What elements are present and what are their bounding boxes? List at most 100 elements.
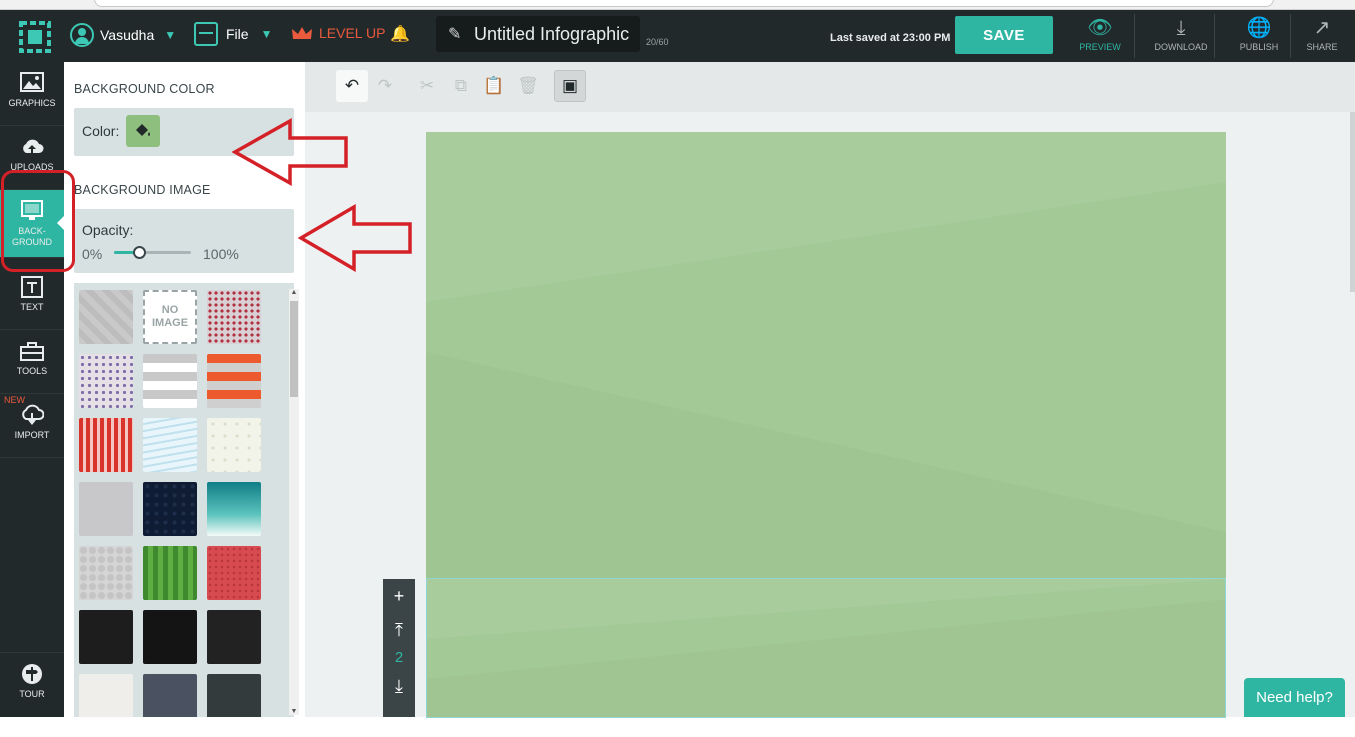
background-tile-red-vertical-stripes[interactable] bbox=[79, 418, 133, 472]
paste-icon: 📋 bbox=[483, 76, 505, 95]
color-label: Color: bbox=[82, 123, 120, 139]
background-tile-off-white[interactable] bbox=[79, 674, 133, 717]
canvas-page-2[interactable] bbox=[426, 578, 1226, 718]
paste-button[interactable]: 📋 bbox=[478, 70, 510, 102]
sidebar-item-text[interactable]: TEXT bbox=[0, 266, 64, 330]
background-tile-black-1[interactable] bbox=[79, 610, 133, 664]
sidebar-item-tools[interactable]: TOOLS bbox=[0, 330, 64, 394]
background-tile-black-2[interactable] bbox=[143, 610, 197, 664]
layer-icon: ▣ bbox=[561, 76, 579, 95]
background-tile-no-image[interactable]: NO IMAGE bbox=[143, 290, 197, 344]
background-tile-dark-slate[interactable] bbox=[207, 674, 261, 717]
cloud-upload-icon bbox=[23, 139, 44, 155]
background-image-grid: ▲ ▼ NO IMAGE bbox=[74, 283, 299, 717]
preview-label: PREVIEW bbox=[1079, 42, 1121, 52]
move-up-icon: ⤒ bbox=[395, 620, 403, 640]
background-tile-gray-pattern[interactable] bbox=[79, 546, 133, 600]
user-menu[interactable]: Vasudha ▼ bbox=[70, 23, 176, 47]
add-page-button[interactable]: + bbox=[383, 579, 415, 613]
background-tile-dark-navy[interactable] bbox=[143, 482, 197, 536]
level-up-label: LEVEL UP bbox=[319, 25, 386, 41]
file-menu[interactable]: File ▼ bbox=[194, 22, 272, 46]
share-icon: ↗ bbox=[1313, 17, 1331, 39]
move-page-down-button[interactable]: ⤓ bbox=[383, 669, 415, 703]
sidebar-item-label: TOOLS bbox=[16, 366, 48, 376]
workspace-scrollbar[interactable] bbox=[1350, 112, 1355, 292]
background-tile-light-gray[interactable] bbox=[79, 482, 133, 536]
sidebar-item-graphics[interactable]: GRAPHICS bbox=[0, 62, 64, 126]
page-controls: + ⤒ 2 ⤓ – bbox=[383, 579, 415, 730]
notifications-bell-icon[interactable]: 🔔 bbox=[390, 24, 410, 44]
pencil-icon: ✎ bbox=[448, 26, 462, 43]
background-tile-gray-texture[interactable] bbox=[79, 290, 133, 344]
undo-button[interactable]: ↶ bbox=[336, 70, 368, 102]
edit-toolbar: ↶ ↷ ✂ ⧉ 📋 🗑 ▣ bbox=[305, 62, 1355, 112]
annotation-arrow-icon bbox=[232, 118, 348, 186]
scrollbar-thumb[interactable] bbox=[290, 301, 298, 397]
need-help-button[interactable]: Need help? bbox=[1244, 678, 1345, 717]
background-tile-red-dots[interactable] bbox=[207, 290, 261, 344]
remove-page-button[interactable]: – bbox=[383, 703, 415, 737]
background-tile-green-stripes[interactable] bbox=[143, 546, 197, 600]
background-tile-orange-stripes[interactable] bbox=[207, 354, 261, 408]
download-button[interactable]: ⤓ DOWNLOAD bbox=[1148, 16, 1214, 52]
background-color-title: BACKGROUND COLOR bbox=[74, 82, 215, 96]
background-image-title: BACKGROUND IMAGE bbox=[74, 183, 211, 197]
cloud-download-icon bbox=[22, 404, 44, 425]
redo-icon: ↷ bbox=[377, 76, 393, 95]
download-icon: ⤓ bbox=[1176, 17, 1186, 39]
document-title-input[interactable]: ✎ Untitled Infographic bbox=[436, 16, 640, 52]
scroll-down-icon[interactable]: ▼ bbox=[289, 708, 299, 715]
divider bbox=[1214, 14, 1215, 58]
save-button[interactable]: SAVE bbox=[955, 16, 1053, 54]
background-tile-black-3[interactable] bbox=[207, 610, 261, 664]
background-tile-gray-stripes[interactable] bbox=[143, 354, 197, 408]
level-up-button[interactable]: LEVEL UP bbox=[291, 25, 385, 41]
text-icon bbox=[21, 276, 43, 298]
crown-icon bbox=[292, 27, 312, 39]
signpost-icon bbox=[22, 664, 42, 684]
background-tile-blue-red-dots[interactable] bbox=[79, 354, 133, 408]
app-logo-icon[interactable] bbox=[19, 21, 51, 53]
user-name: Vasudha bbox=[100, 27, 155, 43]
background-tile-slate-blue[interactable] bbox=[143, 674, 197, 717]
cut-button[interactable]: ✂ bbox=[411, 70, 443, 102]
eye-icon: 👁 bbox=[1087, 17, 1113, 39]
divider bbox=[1134, 14, 1135, 58]
tour-button[interactable]: TOUR bbox=[0, 652, 64, 716]
color-picker-button[interactable] bbox=[126, 115, 160, 147]
chevron-down-icon: ▼ bbox=[164, 28, 177, 42]
opacity-min-label: 0% bbox=[82, 246, 103, 262]
scissors-icon: ✂ bbox=[419, 76, 435, 95]
canvas-page-1[interactable] bbox=[426, 132, 1226, 582]
scroll-up-icon[interactable]: ▲ bbox=[289, 289, 299, 296]
browser-address-bar bbox=[0, 0, 1355, 10]
move-page-up-button[interactable]: ⤒ bbox=[383, 613, 415, 647]
preview-button[interactable]: 👁 PREVIEW bbox=[1067, 16, 1133, 52]
share-button[interactable]: ↗ SHARE bbox=[1289, 16, 1355, 52]
opacity-slider[interactable] bbox=[114, 246, 191, 259]
image-icon bbox=[20, 72, 44, 92]
redo-button[interactable]: ↷ bbox=[369, 70, 401, 102]
page-number: 2 bbox=[394, 649, 404, 666]
background-tile-teal-gradient[interactable] bbox=[207, 482, 261, 536]
background-tile-red-texture[interactable] bbox=[207, 546, 261, 600]
address-field[interactable] bbox=[94, 0, 1274, 7]
annotation-highlight-circle bbox=[1, 170, 75, 272]
opacity-slider-thumb[interactable] bbox=[132, 246, 146, 259]
background-tile-cream-stars[interactable] bbox=[207, 418, 261, 472]
background-tile-blue-waves[interactable] bbox=[143, 418, 197, 472]
sidebar-item-import[interactable]: NEW IMPORT bbox=[0, 394, 64, 458]
canvas-texture bbox=[426, 132, 1226, 302]
copy-button[interactable]: ⧉ bbox=[445, 70, 477, 102]
download-label: DOWNLOAD bbox=[1154, 42, 1208, 52]
move-down-icon: ⤓ bbox=[395, 676, 403, 696]
publish-button[interactable]: 🌐 PUBLISH bbox=[1226, 16, 1292, 52]
annotation-arrow-icon bbox=[298, 204, 412, 272]
panel-scrollbar[interactable]: ▲ ▼ bbox=[289, 289, 299, 715]
left-sidebar: GRAPHICS UPLOADS BACK- GROUND TEXT TOOLS… bbox=[0, 62, 64, 717]
workspace: ↶ ↷ ✂ ⧉ 📋 🗑 ▣ + ⤒ 2 ⤓ – bbox=[305, 62, 1355, 730]
delete-button[interactable]: 🗑 bbox=[512, 70, 544, 102]
document-title: Untitled Infographic bbox=[474, 23, 630, 44]
bring-front-button[interactable]: ▣ bbox=[554, 70, 586, 102]
